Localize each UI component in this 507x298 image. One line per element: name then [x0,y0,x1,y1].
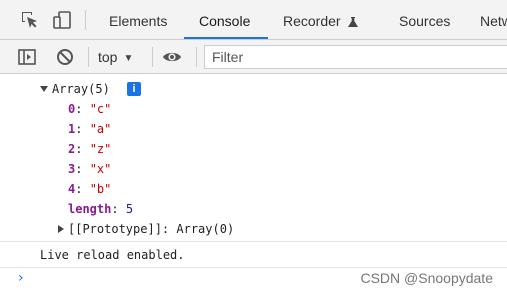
prototype-row[interactable]: [[Prototype]]: Array(0) [68,219,234,239]
toolbar-separator [85,10,86,30]
array-item-key: 3 [68,162,76,176]
tab-recorder-label: Recorder [283,13,341,29]
array-item-value: "a" [89,122,112,136]
live-expression-eye-icon[interactable] [162,47,182,67]
expand-triangle-icon[interactable] [58,225,64,233]
array-item-key: 4 [68,182,76,196]
console-output: Array(5) i 0: "c" 1: "a" 2: "z" 3: "x" 4… [0,74,507,298]
array-item-value: "b" [89,182,112,196]
array-item-value: "x" [89,162,112,176]
expand-triangle-icon[interactable] [40,86,48,92]
log-message: Live reload enabled. [40,248,185,262]
array-length: length: 5 [68,202,134,216]
console-toolbar: top ▼ [0,40,507,74]
tab-sources[interactable]: Sources [399,0,450,39]
prototype-value: Array(0) [176,222,235,236]
console-prompt-icon[interactable]: › [18,270,24,286]
array-item: 3: "x" [68,162,112,176]
sidebar-toggle-icon[interactable] [17,47,37,67]
array-item: 2: "z" [68,142,112,156]
chevron-down-icon: ▼ [123,53,134,64]
context-selector[interactable]: top ▼ [98,40,134,73]
array-item-key: 2 [68,142,76,156]
array-item: 1: "a" [68,122,112,136]
array-item-key: 0 [68,102,76,116]
length-key: length [68,202,112,216]
tab-recorder[interactable]: Recorder [283,0,359,39]
filter-input[interactable] [204,45,507,69]
devtools-tab-bar: Elements Console Recorder Sources Netw [0,0,507,40]
recorder-flask-icon [348,17,359,27]
array-item-value: "z" [89,142,112,156]
message-divider [0,241,507,242]
toolbar-separator [152,47,153,67]
clear-console-icon[interactable] [55,47,75,67]
toolbar-separator [196,47,197,67]
context-selector-label: top [98,49,118,65]
array-item: 0: "c" [68,102,112,116]
device-toolbar-icon[interactable] [52,10,72,30]
message-divider [0,267,507,268]
array-item-value: "c" [89,102,112,116]
array-item: 4: "b" [68,182,112,196]
inspect-element-icon[interactable] [20,10,40,30]
watermark: CSDN @Snoopydate [360,270,493,286]
length-value: 5 [125,202,134,216]
array-header[interactable]: Array(5) [52,79,110,99]
array-item-key: 1 [68,122,76,136]
info-icon[interactable]: i [127,82,141,96]
tab-console[interactable]: Console [199,0,250,39]
tab-elements[interactable]: Elements [109,0,167,39]
prototype-key: [[Prototype]] [68,222,162,236]
tab-network[interactable]: Netw [480,0,507,39]
toolbar-separator [88,47,89,67]
